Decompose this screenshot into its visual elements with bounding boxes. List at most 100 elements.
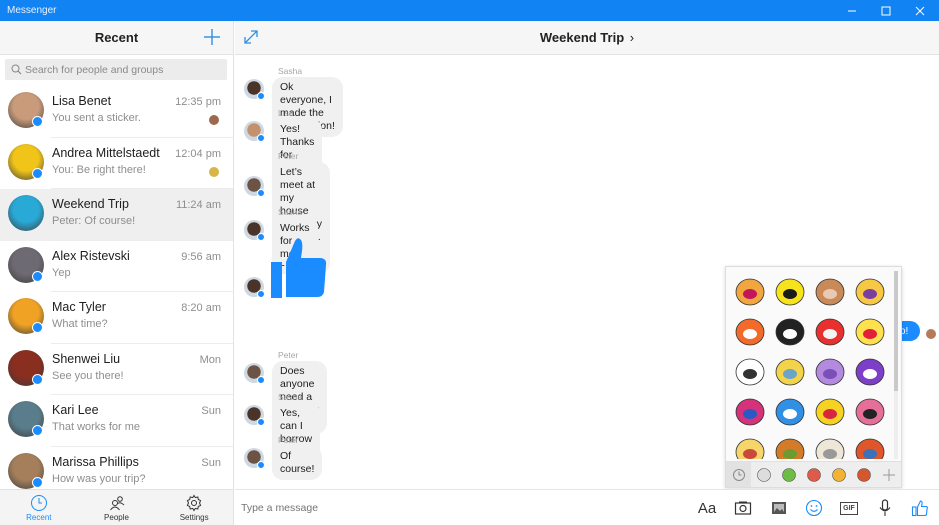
sticker-pack-icon xyxy=(831,467,846,482)
sticker-sleepy-bun[interactable] xyxy=(810,431,850,459)
camera-icon xyxy=(734,501,752,515)
conversation-name: Lisa Benet xyxy=(52,94,112,108)
seen-avatar xyxy=(209,166,219,177)
sticker-image xyxy=(815,438,845,459)
sticker-dancing-dogs[interactable] xyxy=(810,271,850,311)
photo-button[interactable] xyxy=(769,498,789,518)
sticker-tab-rabbit-pack[interactable] xyxy=(751,462,776,487)
camera-button[interactable] xyxy=(733,498,753,518)
messenger-badge-icon xyxy=(32,373,43,385)
conversation-time: 9:56 am xyxy=(181,250,221,263)
search-input[interactable]: Search for people and groups xyxy=(25,64,163,76)
message-input[interactable] xyxy=(241,500,661,516)
conversation-preview: What time? xyxy=(52,318,108,330)
sticker-lumpy-space-princess[interactable] xyxy=(810,351,850,391)
text-format-button[interactable]: Aa xyxy=(697,498,717,518)
sticker-ok-egg[interactable] xyxy=(850,311,890,351)
minimize-button[interactable] xyxy=(835,0,869,21)
emoji-sticker-button[interactable] xyxy=(804,498,824,518)
conversation-time: 11:24 am xyxy=(175,199,221,211)
conversation-item[interactable]: Mac Tyler What time? 8:20 am xyxy=(0,292,233,344)
sticker-confused-fox[interactable] xyxy=(730,271,770,311)
conversation-item[interactable]: Alex Ristevski Yep 9:56 am xyxy=(0,241,233,292)
sticker-blue-baby[interactable] xyxy=(770,391,810,431)
conversation-name: Shenwei Liu xyxy=(52,351,121,366)
sticker-tab-adventure-pack[interactable] xyxy=(826,462,851,487)
like-button[interactable] xyxy=(910,498,930,518)
conversation-preview: Yep xyxy=(52,266,71,279)
message-sender: Peter xyxy=(278,435,299,445)
sticker-white-rabbit[interactable] xyxy=(730,351,770,391)
tab-people[interactable]: People xyxy=(78,490,156,525)
expand-button[interactable] xyxy=(241,27,261,47)
sticker-image xyxy=(735,318,765,346)
message-sender: Sasha xyxy=(278,66,303,76)
sticker-burger[interactable] xyxy=(770,431,810,459)
photo-icon xyxy=(772,502,786,514)
sticker-clownfish[interactable] xyxy=(730,311,770,351)
chat-title: Weekend Trip xyxy=(539,30,625,45)
sticker-scrollbar[interactable] xyxy=(894,271,898,459)
sticker-red-panda[interactable] xyxy=(850,431,890,459)
sticker-heart-cat[interactable] xyxy=(810,311,850,351)
sticker-grid xyxy=(730,271,892,459)
maximize-icon xyxy=(881,6,891,15)
new-message-button[interactable] xyxy=(201,26,223,48)
maximize-button[interactable] xyxy=(869,0,903,21)
sticker-whats-up-turban[interactable] xyxy=(850,271,890,311)
conversation-item[interactable]: Lisa Benet You sent a sticker. 12:35 pm xyxy=(0,86,233,138)
gear-icon xyxy=(186,494,202,512)
microphone-button[interactable] xyxy=(875,498,895,518)
sticker-omg-text[interactable] xyxy=(770,271,810,311)
messenger-badge-icon xyxy=(257,376,265,384)
conversation-list: Lisa Benet You sent a sticker. 12:35 pm And… xyxy=(0,86,233,498)
sticker-purple-music[interactable] xyxy=(850,351,890,391)
search-box[interactable]: Search for people and groups xyxy=(5,59,227,80)
sticker-np-text[interactable] xyxy=(730,391,770,431)
chat-pane: Weekend Trip › Sasha Ok everyone, I made … xyxy=(235,21,939,525)
like-sticker[interactable] xyxy=(271,237,331,301)
close-button[interactable] xyxy=(903,0,937,21)
sticker-tab-cat-pack[interactable] xyxy=(801,462,826,487)
gif-button[interactable]: GIF xyxy=(839,498,859,518)
conversation-name: Weekend Trip xyxy=(52,197,129,211)
sticker-tab-recent-clock[interactable] xyxy=(726,462,751,487)
message-bubble[interactable]: Of course! xyxy=(272,446,323,480)
tab-settings[interactable]: Settings xyxy=(155,490,233,525)
smiley-icon xyxy=(805,499,823,517)
sticker-penguin[interactable] xyxy=(770,311,810,351)
conversation-name: Marissa Phillips xyxy=(52,454,139,469)
tab-recent[interactable]: Recent xyxy=(0,490,78,525)
conversation-item[interactable]: Shenwei Liu See you there! Mon xyxy=(0,344,233,395)
conversation-item[interactable]: Weekend Trip Peter: Of course! 11:24 am xyxy=(0,189,233,241)
conversation-preview: You: Be right there! xyxy=(52,163,146,176)
window-titlebar: Messenger xyxy=(0,0,939,21)
sidebar-title: Recent xyxy=(94,30,139,45)
conversation-name: Mac Tyler xyxy=(52,300,106,314)
messenger-badge-icon xyxy=(257,189,265,197)
gif-icon: GIF xyxy=(840,501,858,515)
sticker-image xyxy=(855,318,885,346)
sticker-tab-character-pack[interactable] xyxy=(851,462,876,487)
tab-settings-label: Settings xyxy=(179,513,209,522)
sticker-image xyxy=(735,438,765,459)
sticker-pink-blob[interactable] xyxy=(850,391,890,431)
plus-icon xyxy=(882,468,895,481)
sticker-image xyxy=(855,278,885,306)
sticker-tab-add-more[interactable] xyxy=(876,462,901,487)
sticker-bus-cat[interactable] xyxy=(770,351,810,391)
conversation-item[interactable]: Andrea Mittelstaedt You: Be right there! 1… xyxy=(0,138,233,189)
sticker-lol-text[interactable] xyxy=(810,391,850,431)
sticker-pack-icon xyxy=(806,467,821,482)
chat-title-button[interactable]: Weekend Trip › xyxy=(540,30,634,45)
bottom-tabbar: Recent People Settings xyxy=(0,489,233,525)
sticker-image xyxy=(775,278,805,306)
sticker-image xyxy=(815,318,845,346)
sticker-tab-green-pack[interactable] xyxy=(776,462,801,487)
sticker-scrollbar-thumb[interactable] xyxy=(894,271,898,391)
sticker-laughing-face[interactable] xyxy=(730,431,770,459)
conversation-name: Kari Lee xyxy=(52,403,99,417)
chat-header: Weekend Trip › xyxy=(235,21,939,55)
conversation-item[interactable]: Kari Lee That works for me Sun xyxy=(0,395,233,447)
sticker-image xyxy=(735,358,765,386)
